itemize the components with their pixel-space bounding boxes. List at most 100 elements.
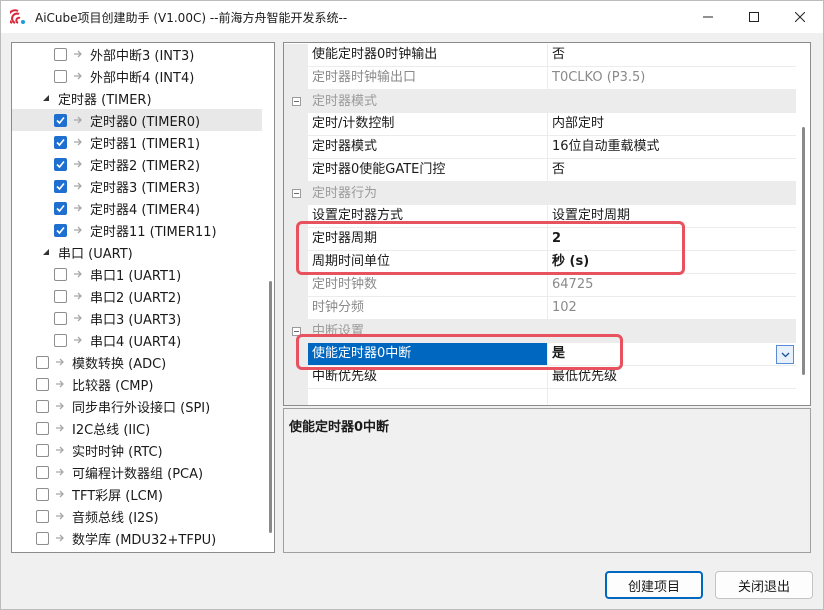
- checkbox-checked[interactable]: [54, 135, 67, 149]
- arrow-right-icon: [72, 48, 84, 60]
- property-row[interactable]: [284, 389, 796, 405]
- category-row[interactable]: 定时器模式: [284, 90, 796, 113]
- category-row[interactable]: 定时器行为: [284, 182, 796, 205]
- tree-item-row[interactable]: 定时器0 (TIMER0): [12, 109, 262, 131]
- checkbox-unchecked[interactable]: [36, 443, 49, 457]
- checkbox-checked[interactable]: [54, 223, 67, 237]
- checkbox-unchecked[interactable]: [36, 355, 49, 369]
- checkbox-checked[interactable]: [54, 157, 67, 171]
- checkbox-unchecked[interactable]: [36, 399, 49, 413]
- collapse-triangle-icon[interactable]: [40, 92, 52, 104]
- tree-item-row[interactable]: 可编程计数器组 (PCA): [12, 461, 262, 483]
- checkbox-unchecked[interactable]: [54, 289, 67, 303]
- tree-scrollbar-thumb[interactable]: [269, 281, 272, 533]
- arrow-right-icon: [54, 356, 66, 368]
- tree-item-row[interactable]: 定时器2 (TIMER2): [12, 153, 262, 175]
- tree-item-row[interactable]: 定时器3 (TIMER3): [12, 175, 262, 197]
- minimize-button[interactable]: [685, 1, 731, 33]
- property-row[interactable]: 使能定时器0时钟输出否: [284, 44, 796, 67]
- maximize-button[interactable]: [731, 1, 777, 33]
- tree-item-row[interactable]: 串口1 (UART1): [12, 263, 262, 285]
- checkbox-unchecked[interactable]: [54, 333, 67, 347]
- tree-item-row[interactable]: 定时器11 (TIMER11): [12, 219, 262, 241]
- checkbox-unchecked[interactable]: [54, 267, 67, 281]
- close-exit-button[interactable]: 关闭退出: [715, 571, 813, 599]
- arrow-right-icon: [72, 268, 84, 280]
- checkbox-unchecked[interactable]: [54, 311, 67, 325]
- grid-scrollbar[interactable]: [798, 43, 810, 405]
- collapse-minus-icon[interactable]: [292, 97, 301, 106]
- checkbox-unchecked[interactable]: [36, 487, 49, 501]
- property-row[interactable]: 定时器模式 16位自动重载模式: [284, 136, 796, 159]
- property-name[interactable]: 定时器模式: [308, 136, 548, 159]
- tree-item-row[interactable]: 定时器4 (TIMER4): [12, 197, 262, 219]
- property-value[interactable]: 102: [548, 297, 796, 320]
- property-row[interactable]: 时钟分频 102: [284, 297, 796, 320]
- property-name[interactable]: 定时时钟数: [308, 274, 548, 297]
- tree-item-row[interactable]: TFT彩屏 (LCM): [12, 483, 262, 505]
- tree-item-row[interactable]: 实时时钟 (RTC): [12, 439, 262, 461]
- property-value[interactable]: T0CLKO (P3.5): [548, 67, 796, 90]
- tree-item-label: 定时器3 (TIMER3): [90, 180, 201, 196]
- tree-item-row[interactable]: 外部中断3 (INT3): [12, 43, 262, 65]
- checkbox-checked[interactable]: [54, 113, 67, 127]
- property-row[interactable]: 定时时钟数 64725: [284, 274, 796, 297]
- property-name[interactable]: 定时器0使能GATE门控: [308, 159, 548, 182]
- create-project-button[interactable]: 创建项目: [605, 571, 703, 599]
- tree-item-label: 串口3 (UART3): [90, 312, 182, 328]
- checkbox-unchecked[interactable]: [54, 69, 67, 83]
- property-name[interactable]: 定时器时钟输出口: [308, 67, 548, 90]
- checkbox-unchecked[interactable]: [36, 509, 49, 523]
- arrow-right-icon: [72, 290, 84, 302]
- property-value: [548, 389, 796, 405]
- close-button[interactable]: [777, 1, 823, 33]
- checkbox-unchecked[interactable]: [36, 421, 49, 435]
- property-row[interactable]: 定时器0使能GATE门控否: [284, 159, 796, 182]
- checkbox-checked[interactable]: [54, 179, 67, 193]
- tree-item-row[interactable]: 外部中断4 (INT4): [12, 65, 262, 87]
- arrow-right-icon: [72, 158, 84, 170]
- tree-item-row[interactable]: 同步串行外设接口 (SPI): [12, 395, 262, 417]
- property-row[interactable]: 定时/计数控制 内部定时: [284, 113, 796, 136]
- tree-item-label: 定时器1 (TIMER1): [90, 136, 201, 152]
- checkbox-unchecked[interactable]: [54, 47, 67, 61]
- checkbox-unchecked[interactable]: [36, 531, 49, 545]
- peripheral-tree[interactable]: 外部中断3 (INT3) 外部中断4 (INT4) 定时器 (TIMER) 定时器0 …: [11, 42, 275, 553]
- tree-group-row[interactable]: 定时器 (TIMER): [12, 87, 262, 109]
- tree-item-row[interactable]: 串口4 (UART4): [12, 329, 262, 351]
- arrow-right-icon: [54, 532, 66, 544]
- dropdown-chevron-icon[interactable]: [776, 345, 794, 364]
- property-value[interactable]: 内部定时: [548, 113, 796, 136]
- property-row[interactable]: 定时器时钟输出口 T0CLKO (P3.5): [284, 67, 796, 90]
- arrow-right-icon: [54, 378, 66, 390]
- checkbox-checked[interactable]: [54, 201, 67, 215]
- tree-scrollbar[interactable]: [265, 43, 274, 552]
- tree-item-row[interactable]: 音频总线 (I2S): [12, 505, 262, 527]
- arrow-right-icon: [72, 180, 84, 192]
- title-bar[interactable]: AiCube项目创建助手 (V1.00C) --前海方舟智能开发系统--: [1, 1, 823, 33]
- collapse-minus-icon[interactable]: [292, 189, 301, 198]
- checkbox-unchecked[interactable]: [36, 377, 49, 391]
- tree-item-row[interactable]: 串口3 (UART3): [12, 307, 262, 329]
- property-value[interactable]: 16位自动重载模式: [548, 136, 796, 159]
- property-name[interactable]: 使能定时器0时钟输出: [308, 44, 548, 67]
- tree-item-label: 数学库 (MDU32+TFPU): [72, 532, 217, 548]
- property-name[interactable]: 时钟分频: [308, 297, 548, 320]
- tree-item-row[interactable]: 串口2 (UART2): [12, 285, 262, 307]
- close-icon: [795, 12, 805, 22]
- property-name[interactable]: [308, 389, 548, 405]
- tree-group-row[interactable]: 串口 (UART): [12, 241, 262, 263]
- grid-scrollbar-thumb[interactable]: [802, 127, 805, 375]
- property-value[interactable]: 64725: [548, 274, 796, 297]
- property-value[interactable]: 否: [548, 44, 796, 67]
- tree-item-row[interactable]: 定时器1 (TIMER1): [12, 131, 262, 153]
- tree-item-row[interactable]: I2C总线 (IIC): [12, 417, 262, 439]
- checkbox-unchecked[interactable]: [36, 465, 49, 479]
- arrow-right-icon: [72, 136, 84, 148]
- tree-item-row[interactable]: 比较器 (CMP): [12, 373, 262, 395]
- property-value[interactable]: 否: [548, 159, 796, 182]
- tree-item-row[interactable]: 数学库 (MDU32+TFPU): [12, 527, 262, 549]
- tree-item-row[interactable]: 模数转换 (ADC): [12, 351, 262, 373]
- property-name[interactable]: 定时/计数控制: [308, 113, 548, 136]
- collapse-triangle-icon[interactable]: [40, 246, 52, 258]
